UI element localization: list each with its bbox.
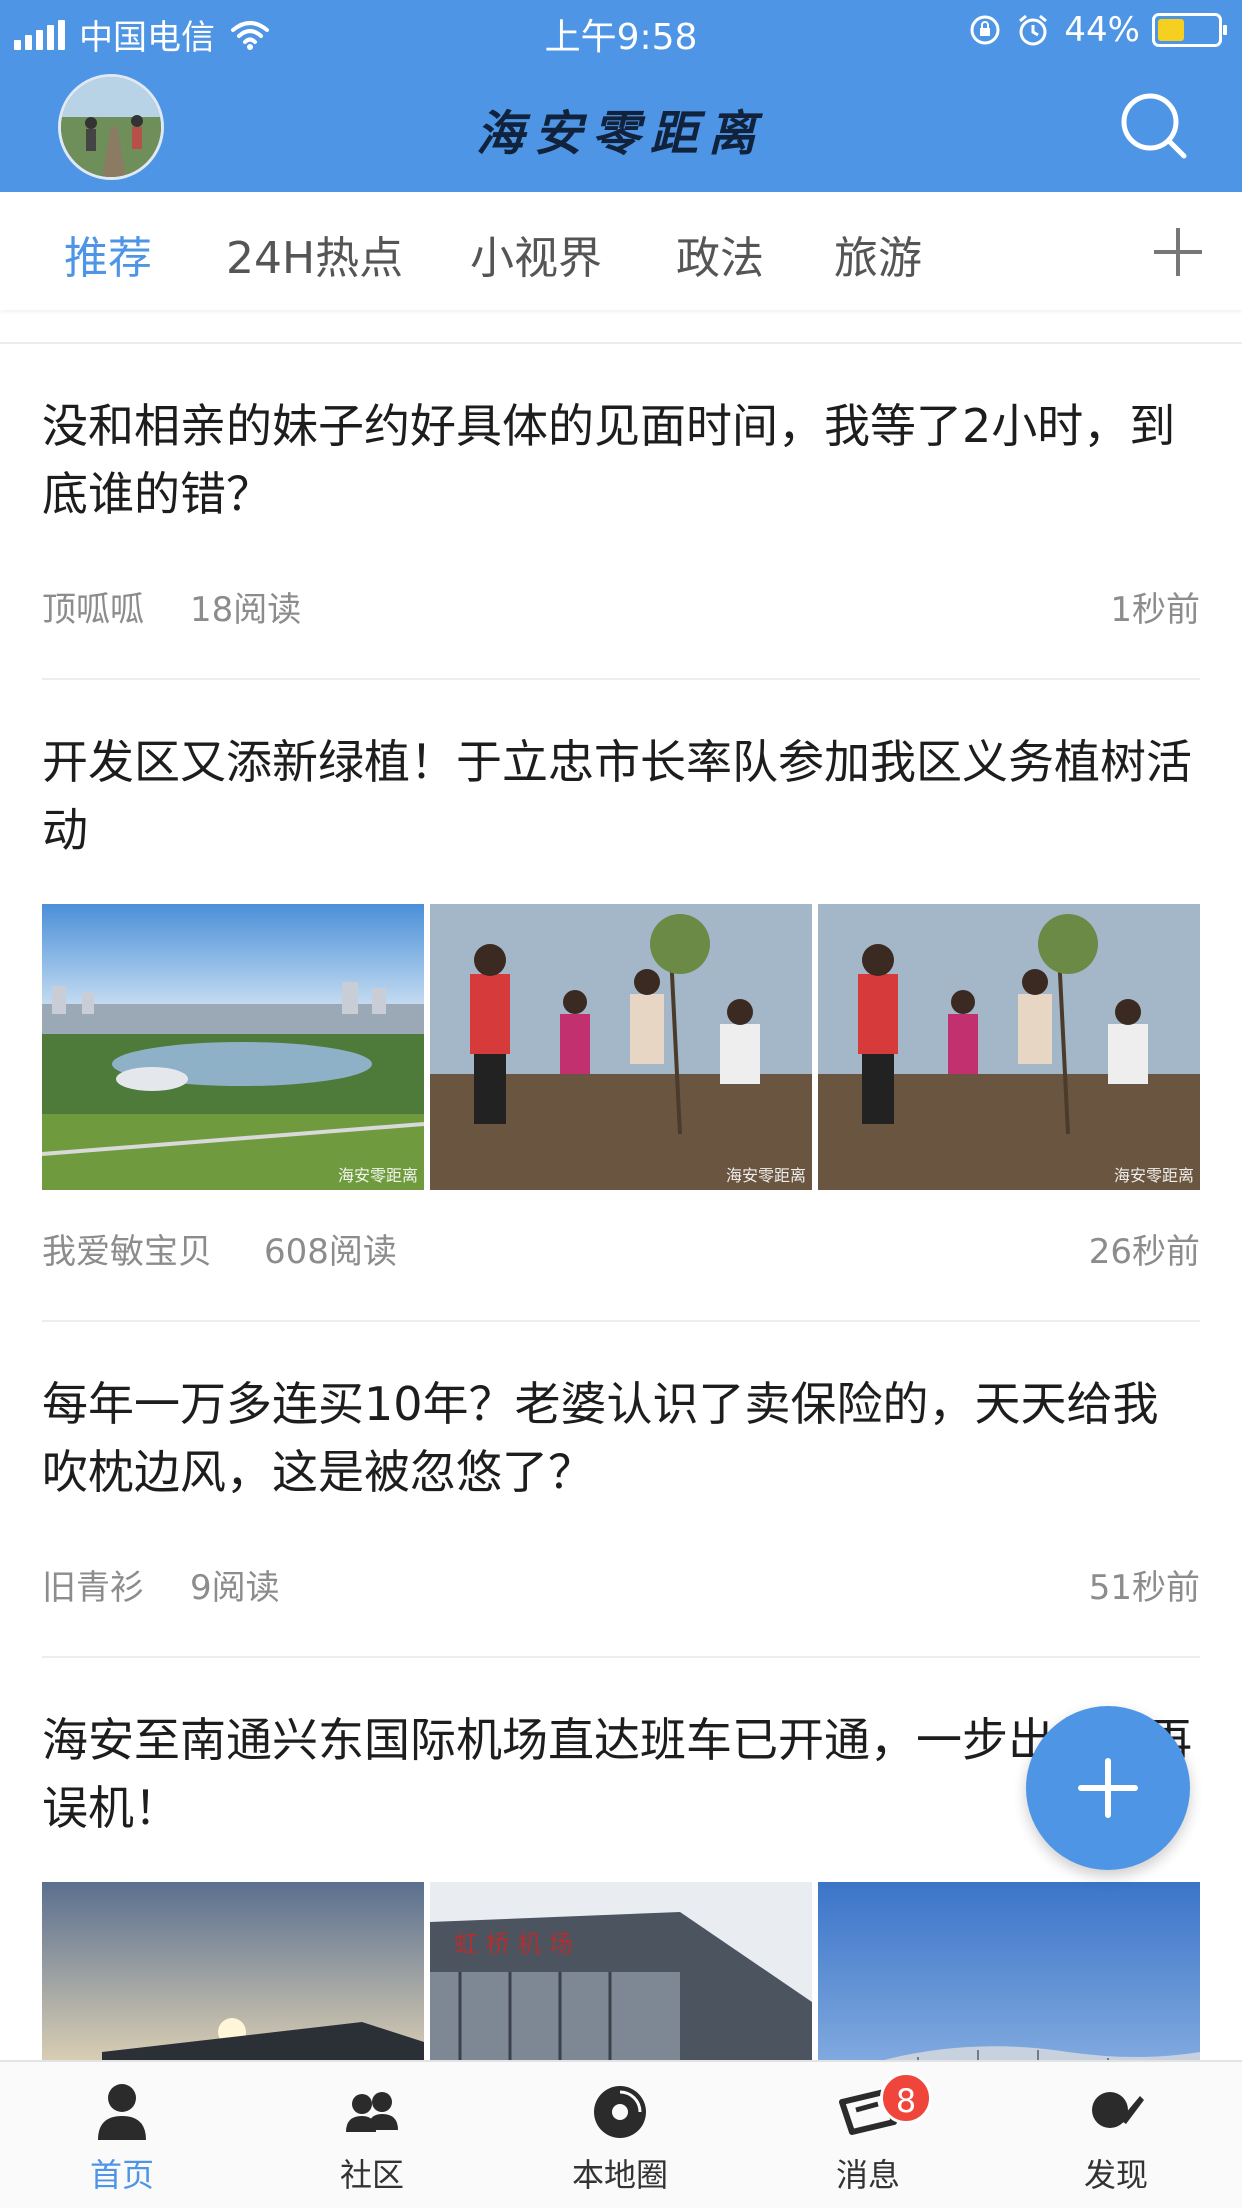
- tab-small-vision[interactable]: 小视界: [470, 222, 602, 286]
- watermark: 海安零距离: [1113, 1166, 1194, 1185]
- news-meta: 我爱敏宝贝 608阅读 26秒前: [42, 1218, 1200, 1276]
- news-headline[interactable]: 海安至南通兴东国际机场直达班车已开通，一步出行不再误机！: [42, 1658, 1200, 1842]
- battery-percent: 44%: [1064, 10, 1140, 50]
- news-headline[interactable]: 每年一万多连买10年？老婆认识了卖保险的，天天给我吹枕边风，这是被忽悠了？: [42, 1322, 1200, 1506]
- top-header: 中国电信 上午9:58 44% 海安零距离: [0, 0, 1242, 192]
- nav-local-circle[interactable]: 本地圈: [520, 2062, 720, 2208]
- nav-home-label: 首页: [89, 2156, 154, 2194]
- list-item[interactable]: 每年一万多连买10年？老婆认识了卖保险的，天天给我吹枕边风，这是被忽悠了？ 旧青…: [42, 1322, 1200, 1658]
- nav-messages[interactable]: 8 消息: [768, 2062, 968, 2208]
- message-badge: 8: [880, 2072, 932, 2124]
- news-meta: 顶呱呱 18阅读 1秒前: [42, 576, 1200, 634]
- rotation-lock-icon: [970, 15, 1000, 45]
- news-time: 1秒前: [1110, 590, 1200, 630]
- nav-discover[interactable]: 发现: [1016, 2062, 1216, 2208]
- watermark: 海安零距离: [337, 1166, 418, 1185]
- news-author: 顶呱呱: [42, 590, 144, 630]
- search-icon[interactable]: [1112, 84, 1198, 170]
- bottom-nav: 首页 社区 本地圈 8 消息 发现: [0, 2060, 1242, 2208]
- news-meta: 旧青衫 9阅读 51秒前: [42, 1554, 1200, 1612]
- tree-planting-image[interactable]: 海安零距离: [430, 904, 812, 1190]
- nav-local-circle-label: 本地圈: [571, 2156, 668, 2194]
- news-time: 26秒前: [1088, 1232, 1200, 1272]
- news-headline[interactable]: 开发区又添新绿植！于立忠市长率队参加我区义务植树活动: [42, 680, 1200, 864]
- title-bar: 海安零距离: [0, 62, 1242, 192]
- city-lake-image[interactable]: 海安零距离: [42, 904, 424, 1190]
- home-person-icon: [98, 2084, 146, 2140]
- news-author: 旧青衫: [42, 1568, 144, 1608]
- news-images: 海安零距离 海安零距离 海安零距离: [42, 904, 1200, 1190]
- publish-fab-button[interactable]: [1026, 1706, 1190, 1870]
- tab-24h-hot[interactable]: 24H热点: [226, 222, 403, 286]
- list-item[interactable]: 没和相亲的妹子约好具体的见面时间，我等了2小时，到底谁的错？ 顶呱呱 18阅读 …: [42, 344, 1200, 680]
- news-reads: 608阅读: [264, 1232, 397, 1272]
- news-reads: 18阅读: [190, 590, 302, 630]
- local-circle-icon: [594, 2086, 646, 2138]
- nav-home[interactable]: 首页: [22, 2062, 222, 2208]
- news-feed: 没和相亲的妹子约好具体的见面时间，我等了2小时，到底谁的错？ 顶呱呱 18阅读 …: [42, 344, 1200, 2168]
- status-right: 44%: [968, 10, 1227, 50]
- alarm-icon: [1019, 14, 1048, 46]
- tree-planting-image[interactable]: 海安零距离: [818, 904, 1200, 1190]
- app-title: 海安零距离: [475, 106, 766, 162]
- discover-icon: [1092, 2092, 1144, 2128]
- plus-icon: [1154, 228, 1202, 276]
- news-time: 51秒前: [1088, 1568, 1200, 1608]
- status-bar: 中国电信 上午9:58 44%: [0, 0, 1242, 62]
- svg-text:虹 桥 机 场: 虹 桥 机 场: [454, 1930, 573, 1958]
- nav-community-label: 社区: [339, 2156, 404, 2194]
- news-headline[interactable]: 没和相亲的妹子约好具体的见面时间，我等了2小时，到底谁的错？: [42, 344, 1200, 528]
- watermark: 海安零距离: [725, 1166, 806, 1185]
- tab-law[interactable]: 政法: [676, 222, 764, 286]
- community-icon: [346, 2092, 398, 2132]
- news-reads: 9阅读: [190, 1568, 280, 1608]
- tab-travel[interactable]: 旅游: [834, 222, 922, 286]
- add-tab-button[interactable]: [1112, 192, 1242, 310]
- plus-icon: [1078, 1758, 1138, 1818]
- news-author: 我爱敏宝贝: [42, 1232, 212, 1272]
- battery-icon: [1152, 13, 1227, 47]
- nav-messages-label: 消息: [835, 2156, 900, 2194]
- nav-discover-label: 发现: [1083, 2156, 1148, 2194]
- tab-recommend[interactable]: 推荐: [64, 222, 152, 286]
- category-tabs: 推荐 24H热点 小视界 政法 旅游: [0, 192, 1242, 310]
- nav-community[interactable]: 社区: [272, 2062, 472, 2208]
- list-item[interactable]: 开发区又添新绿植！于立忠市长率队参加我区义务植树活动 海安零距离 海安零距离 海…: [42, 680, 1200, 1322]
